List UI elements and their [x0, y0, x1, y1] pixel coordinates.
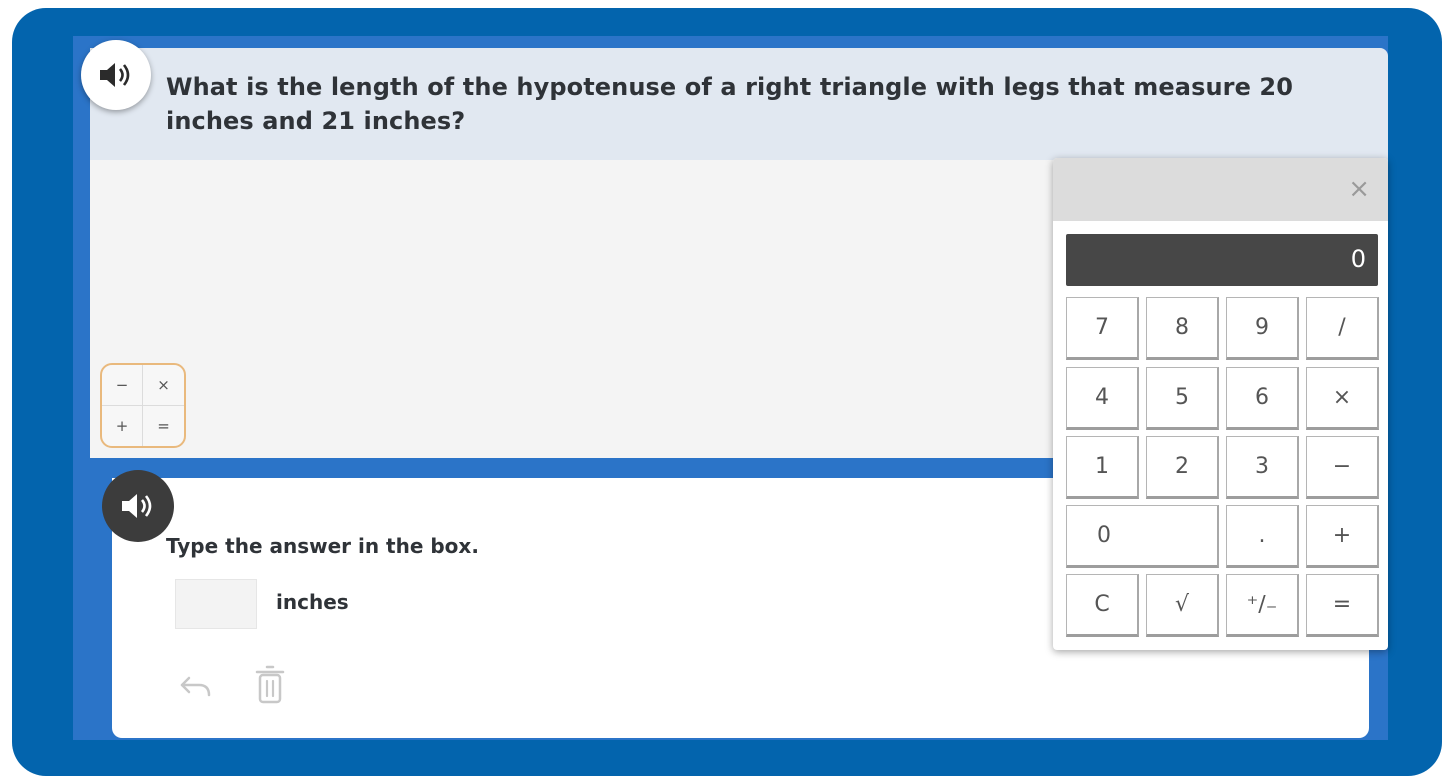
equals-symbol: = — [157, 416, 170, 435]
calc-key-2[interactable]: 2 — [1146, 436, 1219, 499]
calc-key-6[interactable]: 6 — [1226, 367, 1299, 430]
calc-key-sign[interactable]: ⁺∕₋ — [1226, 574, 1299, 637]
answer-input[interactable] — [175, 579, 257, 629]
calc-key-5[interactable]: 5 — [1146, 367, 1219, 430]
calc-key-decimal[interactable]: . — [1226, 505, 1299, 568]
answer-audio-button[interactable] — [102, 470, 174, 542]
calc-key-add[interactable]: + — [1306, 505, 1379, 568]
calc-key-4[interactable]: 4 — [1066, 367, 1139, 430]
answer-instruction: Type the answer in the box. — [166, 534, 479, 558]
calc-key-multiply[interactable]: × — [1306, 367, 1379, 430]
close-icon[interactable]: × — [1348, 174, 1370, 204]
calculator-header[interactable] — [1053, 158, 1388, 221]
operations-widget[interactable]: − × + = — [100, 363, 186, 448]
calc-key-sqrt[interactable]: √ — [1146, 574, 1219, 637]
calc-key-3[interactable]: 3 — [1226, 436, 1299, 499]
speaker-icon — [122, 494, 152, 518]
minus-symbol: − — [102, 365, 143, 406]
calc-key-0[interactable]: 0 — [1066, 505, 1219, 568]
question-text: What is the length of the hypotenuse of … — [166, 73, 1294, 135]
calc-key-subtract[interactable]: − — [1306, 436, 1379, 499]
calc-key-clear[interactable]: C — [1066, 574, 1139, 637]
undo-icon — [180, 676, 211, 697]
calc-key-8[interactable]: 8 — [1146, 297, 1219, 360]
trash-icon — [255, 665, 285, 704]
times-symbol: × — [143, 365, 184, 406]
calc-key-divide[interactable]: / — [1306, 297, 1379, 360]
question-audio-button[interactable] — [81, 40, 151, 110]
speaker-icon — [100, 63, 130, 87]
calculator-display: 0 — [1066, 234, 1378, 286]
calculator[interactable]: × 0 7 8 9 / 4 5 6 × 1 2 3 − 0 . + C √ ⁺∕… — [1053, 158, 1388, 650]
calc-key-7[interactable]: 7 — [1066, 297, 1139, 360]
plus-symbol: + — [102, 405, 143, 446]
calc-key-9[interactable]: 9 — [1226, 297, 1299, 360]
delete-button[interactable] — [252, 662, 288, 706]
undo-button[interactable] — [178, 668, 214, 704]
unit-label: inches — [276, 590, 349, 614]
calc-key-1[interactable]: 1 — [1066, 436, 1139, 499]
calc-key-equals[interactable]: = — [1306, 574, 1379, 637]
